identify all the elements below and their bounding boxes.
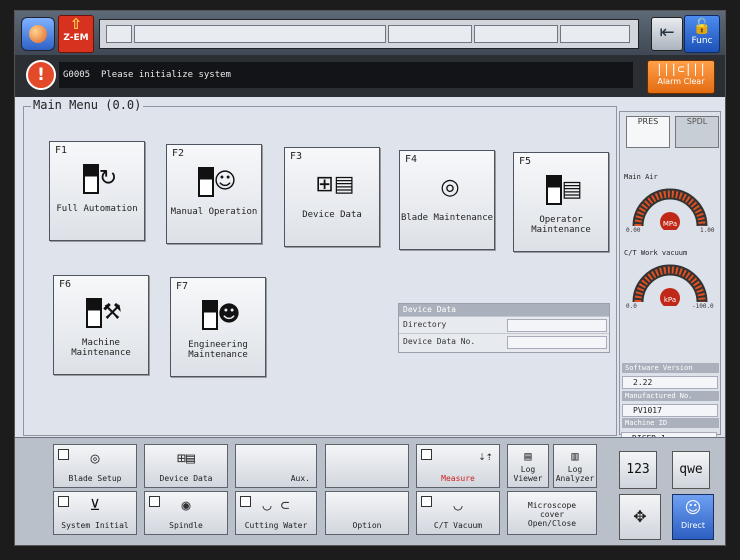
log-analyzer-icon: ▥ bbox=[571, 449, 579, 463]
directory-row: Directory bbox=[399, 316, 609, 333]
ct-vacuum-unit: kPa bbox=[664, 296, 676, 304]
manufactured-no-value: PV1017 bbox=[622, 404, 718, 417]
full-automation-icon: ↻ bbox=[78, 162, 122, 196]
direction-pad-button[interactable]: ✥ bbox=[619, 494, 661, 540]
log-analyzer-button[interactable]: ▥ Log Analyzer bbox=[553, 444, 597, 488]
option-button[interactable]: Option bbox=[325, 491, 409, 535]
blade-setup-icon: ◎ bbox=[90, 449, 100, 467]
operator-maintenance-icon: ▤ bbox=[542, 173, 586, 207]
alarm-text: Please initialize system bbox=[100, 70, 231, 80]
direct-operator-icon: ☺ bbox=[684, 498, 702, 517]
main-air-unit: MPa bbox=[663, 220, 677, 228]
f7-engineering-maintenance-button[interactable]: F7 ☻ Engineering Maintenance bbox=[170, 277, 266, 377]
ct-vacuum-button[interactable]: ◡ C/T Vacuum bbox=[416, 491, 500, 535]
ct-vacuum-min: 0.0 bbox=[626, 303, 637, 310]
device-data-no-value bbox=[507, 336, 607, 349]
alarm-clear-button[interactable]: |||⊂||| Alarm Clear bbox=[647, 60, 715, 94]
measure-button[interactable]: ⇣⇡ Measure bbox=[416, 444, 500, 488]
manual-operation-icon: ☺ bbox=[195, 165, 239, 199]
main-air-label: Main Air bbox=[624, 173, 658, 181]
alarm-warning-icon: ! bbox=[26, 60, 56, 90]
main-air-gauge: MPa bbox=[632, 188, 708, 230]
menu-title: Main Menu (0.0) bbox=[31, 98, 144, 112]
func-button[interactable]: 🔓 Func bbox=[684, 15, 720, 53]
microscope-cover-button[interactable]: Microscope cover Open/Close bbox=[507, 491, 597, 535]
manufactured-no-label: Manufactured No. bbox=[622, 391, 719, 401]
barcode-icon: |||⊂||| bbox=[655, 62, 707, 76]
measure-icon: ⇣⇡ bbox=[478, 449, 493, 463]
pres-indicator[interactable]: PRES bbox=[626, 116, 670, 148]
title-segment bbox=[106, 25, 132, 43]
device-data-header: Device Data bbox=[399, 304, 609, 316]
disco-screen: ⇧ Z-EM ⇤ 🔓 Func ! G0005 Please initializ… bbox=[14, 10, 726, 546]
ct-vacuum-gauge: kPa bbox=[632, 264, 708, 306]
main-air-min: 0.00 bbox=[626, 227, 641, 234]
f5-operator-maintenance-button[interactable]: F5 ▤ Operator Maintenance bbox=[513, 152, 609, 252]
cutting-water-icon: ◡ ⊂ bbox=[262, 496, 290, 514]
ct-vacuum-max: -100.0 bbox=[692, 303, 714, 310]
ct-vacuum-label: C/T Work vacuum bbox=[624, 249, 688, 257]
alarm-code: G0005 bbox=[63, 70, 91, 80]
log-viewer-button[interactable]: ▤ Log Viewer bbox=[507, 444, 549, 488]
engineer-icon: ☻ bbox=[199, 298, 243, 332]
window-switch-icon: ⇤ bbox=[659, 22, 675, 43]
title-segment bbox=[560, 25, 630, 43]
f4-blade-maintenance-button[interactable]: F4 ◎ Blade Maintenance bbox=[399, 150, 495, 250]
spdl-indicator[interactable]: SPDL bbox=[675, 116, 719, 148]
blank-toolbar-button[interactable] bbox=[325, 444, 409, 488]
tools-icon: ⚒ bbox=[82, 296, 126, 330]
directory-value bbox=[507, 319, 607, 332]
home-logo-button[interactable] bbox=[21, 17, 55, 51]
direct-button[interactable]: ☺ Direct bbox=[672, 494, 714, 540]
device-data-icon: ⊞▤ bbox=[176, 449, 196, 467]
device-data-toolbar-button[interactable]: ⊞▤ Device Data bbox=[144, 444, 228, 488]
cutting-water-button[interactable]: ◡ ⊂ Cutting Water bbox=[235, 491, 317, 535]
unlock-icon: 🔓 bbox=[692, 17, 712, 35]
spindle-icon: ◉ bbox=[181, 496, 191, 514]
log-viewer-icon: ▤ bbox=[524, 449, 532, 463]
title-strip bbox=[99, 19, 639, 49]
spindle-button[interactable]: ◉ Spindle bbox=[144, 491, 228, 535]
device-data-no-row: Device Data No. bbox=[399, 333, 609, 350]
system-initial-icon: ⊻ bbox=[89, 496, 101, 514]
title-segment bbox=[134, 25, 386, 43]
f2-manual-operation-button[interactable]: F2 ☺ Manual Operation bbox=[166, 144, 262, 244]
blade-icon: ◎ bbox=[440, 175, 460, 200]
software-version-label: Software Version bbox=[622, 363, 719, 373]
logo-icon bbox=[29, 25, 47, 43]
f3-device-data-button[interactable]: F3 ⊞▤ Device Data bbox=[284, 147, 380, 247]
alpha-keyboard-button[interactable]: qwe bbox=[672, 451, 710, 489]
f1-full-automation-button[interactable]: F1 ↻ Full Automation bbox=[49, 141, 145, 241]
ct-vacuum-icon: ◡ bbox=[453, 496, 463, 514]
software-version-value: 2.22 bbox=[622, 376, 718, 389]
main-air-max: 1.00 bbox=[700, 227, 715, 234]
alarm-message: G0005 Please initialize system bbox=[59, 62, 633, 88]
blade-setup-button[interactable]: ◎ Blade Setup bbox=[53, 444, 137, 488]
machine-id-label: Machine ID bbox=[622, 418, 719, 428]
direction-pad-icon: ✥ bbox=[633, 507, 647, 526]
alarm-bar: ! G0005 Please initialize system |||⊂|||… bbox=[15, 55, 725, 97]
numeric-keyboard-button[interactable]: 123 bbox=[619, 451, 657, 489]
wafer-document-icon: ⊞▤ bbox=[315, 172, 355, 197]
title-segment bbox=[388, 25, 472, 43]
device-data-panel: Device Data Directory Device Data No. bbox=[398, 303, 610, 353]
status-panel: PRES SPDL Main Air MPa 0.00 1.00 C/T Wor… bbox=[619, 111, 721, 435]
window-switch-button[interactable]: ⇤ bbox=[651, 17, 683, 51]
title-segment bbox=[474, 25, 558, 43]
system-initial-button[interactable]: ⊻ System Initial bbox=[53, 491, 137, 535]
top-bar: ⇧ Z-EM ⇤ 🔓 Func bbox=[15, 11, 725, 55]
up-arrow-icon: ⇧ bbox=[69, 15, 83, 33]
zem-button[interactable]: ⇧ Z-EM bbox=[58, 15, 94, 53]
aux-button[interactable]: Aux. bbox=[235, 444, 317, 488]
f6-machine-maintenance-button[interactable]: F6 ⚒ Machine Maintenance bbox=[53, 275, 149, 375]
